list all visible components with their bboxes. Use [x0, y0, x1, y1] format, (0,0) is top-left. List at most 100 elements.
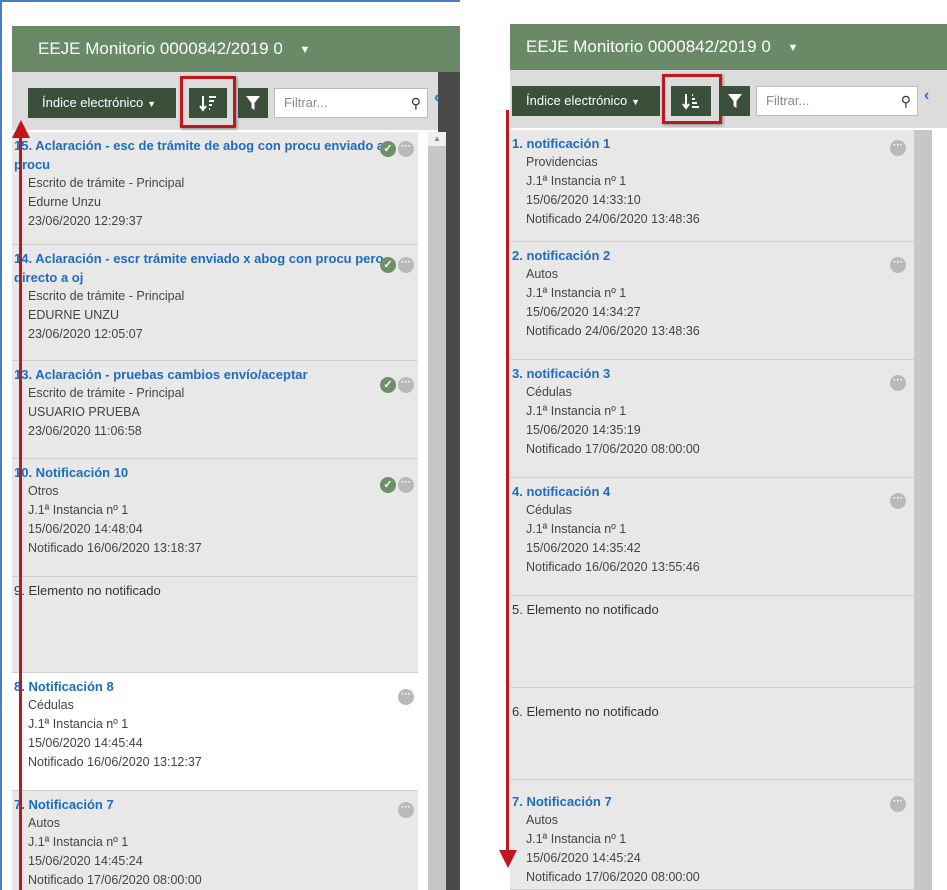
more-icon[interactable]: ··· — [890, 493, 906, 509]
list-item[interactable]: 4. notificación 4 Cédulas J.1ª Instancia… — [510, 478, 914, 596]
list-item[interactable]: 7. Notificación 7 Autos J.1ª Instancia n… — [12, 791, 418, 890]
item-type: Cédulas — [526, 503, 572, 517]
item-title[interactable]: 15. Aclaración - esc de trámite de abog … — [14, 136, 390, 174]
document-list: 15. Aclaración - esc de trámite de abog … — [12, 132, 418, 890]
item-type: Autos — [526, 813, 558, 827]
item-notified: Notificado 16/06/2020 13:18:37 — [28, 541, 202, 555]
list-item[interactable]: 10. Notificación 10 Otros J.1ª Instancia… — [12, 459, 418, 577]
list-item[interactable]: 5. Elemento no notificado — [510, 596, 914, 688]
more-icon[interactable]: ··· — [398, 802, 414, 818]
check-icon: ✓ — [380, 141, 396, 157]
list-item[interactable]: 2. notificación 2 Autos J.1ª Instancia n… — [510, 242, 914, 360]
list-item[interactable]: 1. notificación 1 Providencias J.1ª Inst… — [510, 130, 914, 242]
item-court: J.1ª Instancia nº 1 — [526, 286, 627, 300]
item-title[interactable]: 1. notificación 1 — [512, 134, 886, 153]
more-icon[interactable]: ··· — [398, 477, 414, 493]
list-item[interactable]: 3. notificación 3 Cédulas J.1ª Instancia… — [510, 360, 914, 478]
more-icon[interactable]: ··· — [890, 796, 906, 812]
item-title[interactable]: 7. Notificación 7 — [512, 784, 886, 811]
list-item[interactable]: 6. Elemento no notificado — [510, 688, 914, 780]
list-item[interactable]: 7. Notificación 7 Autos J.1ª Instancia n… — [510, 780, 914, 890]
item-court: J.1ª Instancia nº 1 — [28, 717, 129, 731]
filter-input[interactable]: Filtrar... ⚲ — [756, 86, 918, 116]
more-icon[interactable]: ··· — [890, 140, 906, 156]
item-title: 9. Elemento no notificado — [14, 583, 161, 598]
chevron-down-icon[interactable]: ▼ — [788, 42, 799, 54]
item-title[interactable]: 14. Aclaración - escr trámite enviado x … — [14, 249, 390, 287]
scrollbar[interactable]: ▲ — [428, 132, 446, 890]
more-icon[interactable]: ··· — [398, 257, 414, 273]
sort-order-button[interactable] — [671, 86, 711, 116]
case-header[interactable]: EEJE Monitorio 0000842/2019 0 ▼ — [12, 26, 460, 72]
item-notified: Notificado 17/06/2020 08:00:00 — [526, 870, 700, 884]
item-date: 15/06/2020 14:35:42 — [526, 541, 641, 555]
scrollbar[interactable] — [914, 130, 932, 890]
item-court: J.1ª Instancia nº 1 — [526, 522, 627, 536]
list-item[interactable]: 15. Aclaración - esc de trámite de abog … — [12, 132, 418, 245]
arrow-down-icon — [499, 850, 517, 868]
more-icon[interactable]: ··· — [398, 377, 414, 393]
item-court: J.1ª Instancia nº 1 — [526, 404, 627, 418]
more-icon[interactable]: ··· — [398, 689, 414, 705]
item-type: Otros — [28, 484, 59, 498]
more-icon[interactable]: ··· — [890, 257, 906, 273]
sort-descending-icon — [199, 96, 216, 112]
item-date: 15/06/2020 14:48:04 — [28, 522, 143, 536]
item-date: 15/06/2020 14:35:19 — [526, 423, 641, 437]
funnel-icon — [246, 96, 260, 110]
item-title[interactable]: 8. Notificación 8 — [14, 677, 390, 696]
case-header[interactable]: EEJE Monitorio 0000842/2019 0 ▼ — [510, 24, 947, 70]
index-dropdown-button[interactable]: Índice electrónico ▼ — [28, 88, 176, 118]
item-title[interactable]: 3. notificación 3 — [512, 364, 886, 383]
list-item[interactable]: 8. Notificación 8 Cédulas J.1ª Instancia… — [12, 673, 418, 791]
index-dropdown-label: Índice electrónico — [42, 95, 144, 110]
item-author: EDURNE UNZU — [28, 308, 119, 322]
sort-ascending-icon — [682, 94, 699, 110]
item-notified: Notificado 17/06/2020 08:00:00 — [28, 873, 202, 887]
item-type: Providencias — [526, 155, 598, 169]
scroll-up-icon[interactable]: ▲ — [428, 132, 446, 146]
check-icon: ✓ — [380, 477, 396, 493]
item-title[interactable]: 10. Notificación 10 — [14, 463, 390, 482]
more-icon[interactable]: ··· — [890, 375, 906, 391]
item-type: Cédulas — [526, 385, 572, 399]
item-notified: Notificado 16/06/2020 13:55:46 — [526, 560, 700, 574]
item-title: 5. Elemento no notificado — [512, 602, 659, 617]
more-icon[interactable]: ··· — [398, 141, 414, 157]
item-court: J.1ª Instancia nº 1 — [526, 174, 627, 188]
document-list: 1. notificación 1 Providencias J.1ª Inst… — [510, 130, 914, 890]
case-title: EEJE Monitorio 0000842/2019 0 — [526, 37, 771, 56]
search-icon[interactable]: ⚲ — [411, 89, 421, 117]
list-item[interactable]: 14. Aclaración - escr trámite enviado x … — [12, 245, 418, 361]
filter-button[interactable] — [238, 88, 268, 118]
list-item[interactable]: 9. Elemento no notificado — [12, 577, 418, 673]
item-court: J.1ª Instancia nº 1 — [28, 503, 129, 517]
item-author: USUARIO PRUEBA — [28, 405, 140, 419]
item-title[interactable]: 13. Aclaración - pruebas cambios envío/a… — [14, 365, 390, 384]
sort-direction-arrow — [506, 110, 509, 860]
list-item[interactable]: 13. Aclaración - pruebas cambios envío/a… — [12, 361, 418, 459]
filter-button[interactable] — [720, 86, 750, 116]
sort-order-button[interactable] — [189, 88, 227, 118]
item-court: J.1ª Instancia nº 1 — [28, 835, 129, 849]
item-notified: Notificado 16/06/2020 13:12:37 — [28, 755, 202, 769]
index-dropdown-button[interactable]: Índice electrónico ▼ — [512, 86, 660, 116]
item-type: Escrito de trámite - Principal — [28, 386, 185, 400]
check-icon: ✓ — [380, 377, 396, 393]
item-type: Autos — [28, 816, 60, 830]
chevron-down-icon[interactable]: ▼ — [300, 44, 311, 56]
caret-down-icon: ▼ — [147, 99, 157, 109]
item-date: 15/06/2020 14:45:24 — [28, 854, 143, 868]
collapse-chevron-icon[interactable]: ‹ — [434, 89, 439, 107]
item-author: Edurne Unzu — [28, 195, 101, 209]
item-title[interactable]: 7. Notificación 7 — [14, 795, 390, 814]
item-title[interactable]: 2. notificación 2 — [512, 246, 886, 265]
item-notified: Notificado 24/06/2020 13:48:36 — [526, 324, 700, 338]
item-type: Escrito de trámite - Principal — [28, 289, 185, 303]
collapse-chevron-icon[interactable]: ‹ — [924, 87, 929, 105]
item-date: 23/06/2020 11:06:58 — [28, 424, 142, 438]
search-icon[interactable]: ⚲ — [901, 87, 911, 115]
item-date: 15/06/2020 14:45:24 — [526, 851, 641, 865]
filter-input[interactable]: Filtrar... ⚲ — [274, 88, 428, 118]
item-title[interactable]: 4. notificación 4 — [512, 482, 886, 501]
